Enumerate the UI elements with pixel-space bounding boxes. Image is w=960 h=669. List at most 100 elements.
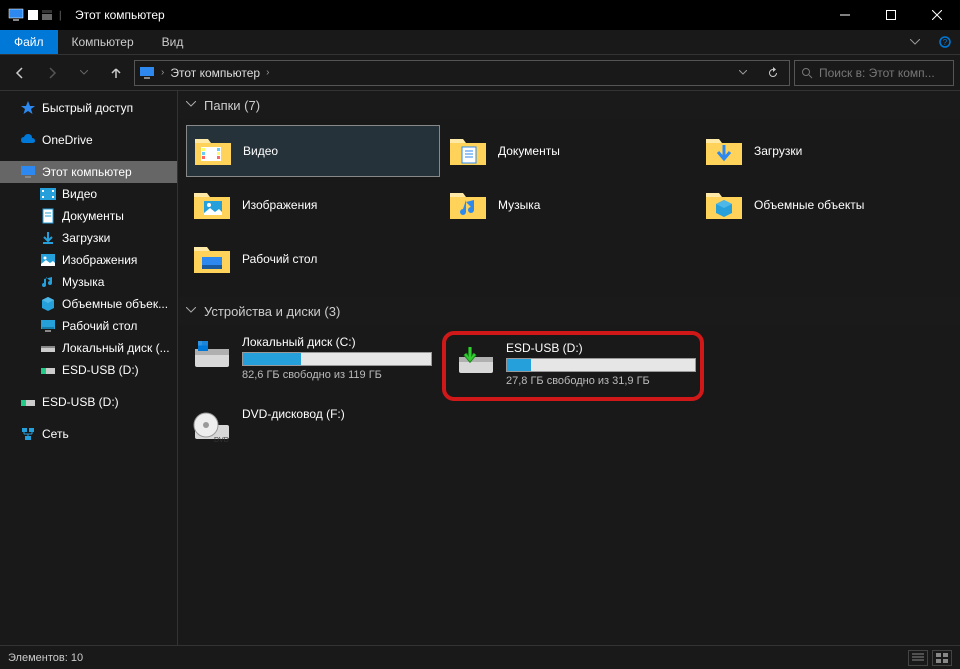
- folder-3dobjects[interactable]: Объемные объекты: [698, 179, 952, 231]
- folder-label: Документы: [498, 144, 560, 158]
- group-folders-label: Папки (7): [204, 98, 260, 113]
- folder-downloads[interactable]: Загрузки: [698, 125, 952, 177]
- folder-video-icon: [193, 131, 233, 171]
- dvd-icon: DVD: [192, 407, 232, 447]
- ribbon: Файл Компьютер Вид ?: [0, 30, 960, 55]
- sidebar-item-quickaccess[interactable]: Быстрый доступ: [0, 97, 177, 119]
- drive-capacity-bar: [506, 358, 696, 372]
- group-folders-header[interactable]: Папки (7): [178, 91, 960, 119]
- sidebar-item-docs[interactable]: Документы: [0, 205, 177, 227]
- sidebar-item-label: Видео: [62, 187, 97, 201]
- ribbon-view-tab[interactable]: Вид: [148, 30, 198, 54]
- titlebar: │ Этот компьютер: [0, 0, 960, 30]
- this-pc-addr-icon: [139, 65, 155, 81]
- sidebar-item-onedrive[interactable]: OneDrive: [0, 129, 177, 151]
- folder-3d-icon: [704, 185, 744, 225]
- drive-c[interactable]: Локальный диск (C:) 82,6 ГБ свободно из …: [186, 331, 440, 389]
- view-details-icon[interactable]: [908, 650, 928, 666]
- sidebar-item-video[interactable]: Видео: [0, 183, 177, 205]
- folder-downloads-icon: [704, 131, 744, 171]
- close-button[interactable]: [914, 0, 960, 30]
- folder-music[interactable]: Музыка: [442, 179, 696, 231]
- drive-f[interactable]: DVD DVD-дисковод (F:): [186, 403, 440, 451]
- drive-icon: [40, 340, 56, 356]
- sidebar-item-label: Загрузки: [62, 231, 110, 245]
- sidebar-item-pictures[interactable]: Изображения: [0, 249, 177, 271]
- network-icon: [20, 426, 36, 442]
- sidebar-item-downloads[interactable]: Загрузки: [0, 227, 177, 249]
- cloud-icon: [20, 132, 36, 148]
- drive-name: Локальный диск (C:): [242, 335, 434, 349]
- ribbon-expand-icon[interactable]: [900, 30, 930, 54]
- sidebar-item-label: ESD-USB (D:): [62, 363, 139, 377]
- qat-dropdown-icon[interactable]: [42, 10, 52, 20]
- folder-desktop[interactable]: Рабочий стол: [186, 233, 440, 285]
- forward-button[interactable]: [38, 59, 66, 87]
- folder-label: Объемные объекты: [754, 198, 864, 212]
- sidebar-item-label: OneDrive: [42, 133, 93, 147]
- chevron-down-icon: [186, 101, 196, 107]
- sidebar-item-label: Локальный диск (...: [62, 341, 170, 355]
- drive-d[interactable]: ESD-USB (D:) 27,8 ГБ свободно из 31,9 ГБ: [450, 337, 696, 395]
- sidebar-item-localdisk[interactable]: Локальный диск (...: [0, 337, 177, 359]
- drive-subtext: 27,8 ГБ свободно из 31,9 ГБ: [506, 375, 696, 387]
- status-count: Элементов: 10: [8, 652, 83, 664]
- crumb-chevron-icon[interactable]: ›: [266, 67, 269, 78]
- view-thumbnails-icon[interactable]: [932, 650, 952, 666]
- history-dropdown[interactable]: [70, 59, 98, 87]
- sidebar-item-label: Рабочий стол: [62, 319, 137, 333]
- refresh-icon[interactable]: [761, 67, 785, 79]
- sidebar-item-3dobjects[interactable]: Объемные объек...: [0, 293, 177, 315]
- drive-name: DVD-дисковод (F:): [242, 407, 434, 421]
- star-icon: [20, 100, 36, 116]
- ribbon-file-tab[interactable]: Файл: [0, 30, 58, 54]
- up-button[interactable]: [102, 59, 130, 87]
- drive-capacity-bar: [242, 352, 432, 366]
- ribbon-help-icon[interactable]: ?: [930, 30, 960, 54]
- group-drives-label: Устройства и диски (3): [204, 304, 340, 319]
- breadcrumb[interactable]: Этот компьютер: [170, 66, 260, 80]
- highlight-annotation: ESD-USB (D:) 27,8 ГБ свободно из 31,9 ГБ: [442, 331, 704, 401]
- search-box[interactable]: Поиск в: Этот комп...: [794, 60, 954, 86]
- folder-pictures[interactable]: Изображения: [186, 179, 440, 231]
- address-bar[interactable]: › Этот компьютер ›: [134, 60, 790, 86]
- sidebar-item-label: Быстрый доступ: [42, 101, 133, 115]
- usb-icon: [40, 362, 56, 378]
- music-icon: [40, 274, 56, 290]
- sidebar-item-network[interactable]: Сеть: [0, 423, 177, 445]
- drive-subtext: 82,6 ГБ свободно из 119 ГБ: [242, 369, 434, 381]
- sidebar-item-desktop[interactable]: Рабочий стол: [0, 315, 177, 337]
- window-title: Этот компьютер: [75, 8, 165, 22]
- back-button[interactable]: [6, 59, 34, 87]
- folder-video[interactable]: Видео: [186, 125, 440, 177]
- maximize-button[interactable]: [868, 0, 914, 30]
- cube-icon: [40, 296, 56, 312]
- qat-save-icon[interactable]: [28, 10, 38, 20]
- group-drives-header[interactable]: Устройства и диски (3): [178, 297, 960, 325]
- svg-text:?: ?: [943, 38, 948, 47]
- folder-label: Рабочий стол: [242, 252, 317, 266]
- titlebar-left-icons: │: [0, 7, 65, 23]
- drive-name: ESD-USB (D:): [506, 341, 696, 355]
- ribbon-computer-tab[interactable]: Компьютер: [58, 30, 148, 54]
- sidebar-item-thispc[interactable]: Этот компьютер: [0, 161, 177, 183]
- folder-docs[interactable]: Документы: [442, 125, 696, 177]
- folder-label: Изображения: [242, 198, 317, 212]
- crumb-chevron-icon[interactable]: ›: [161, 67, 164, 78]
- minimize-button[interactable]: [822, 0, 868, 30]
- sidebar-item-music[interactable]: Музыка: [0, 271, 177, 293]
- addr-dropdown-icon[interactable]: [731, 70, 755, 75]
- explorer-window: │ Этот компьютер Файл Компьютер Вид ? › …: [0, 0, 960, 669]
- drive-grid: Локальный диск (C:) 82,6 ГБ свободно из …: [178, 325, 960, 463]
- sidebar-item-label: Документы: [62, 209, 124, 223]
- picture-icon: [40, 252, 56, 268]
- sidebar-item-esdusb-root[interactable]: ESD-USB (D:): [0, 391, 177, 413]
- folder-desktop-icon: [192, 239, 232, 279]
- main-pane: Папки (7) Видео Документы Загрузки Изо: [178, 91, 960, 645]
- sidebar: Быстрый доступ OneDrive Этот компьютер В…: [0, 91, 178, 645]
- drive-icon: [192, 335, 232, 375]
- folder-docs-icon: [448, 131, 488, 171]
- navigation-row: › Этот компьютер › Поиск в: Этот комп...: [0, 55, 960, 91]
- video-icon: [40, 186, 56, 202]
- sidebar-item-esdusb[interactable]: ESD-USB (D:): [0, 359, 177, 381]
